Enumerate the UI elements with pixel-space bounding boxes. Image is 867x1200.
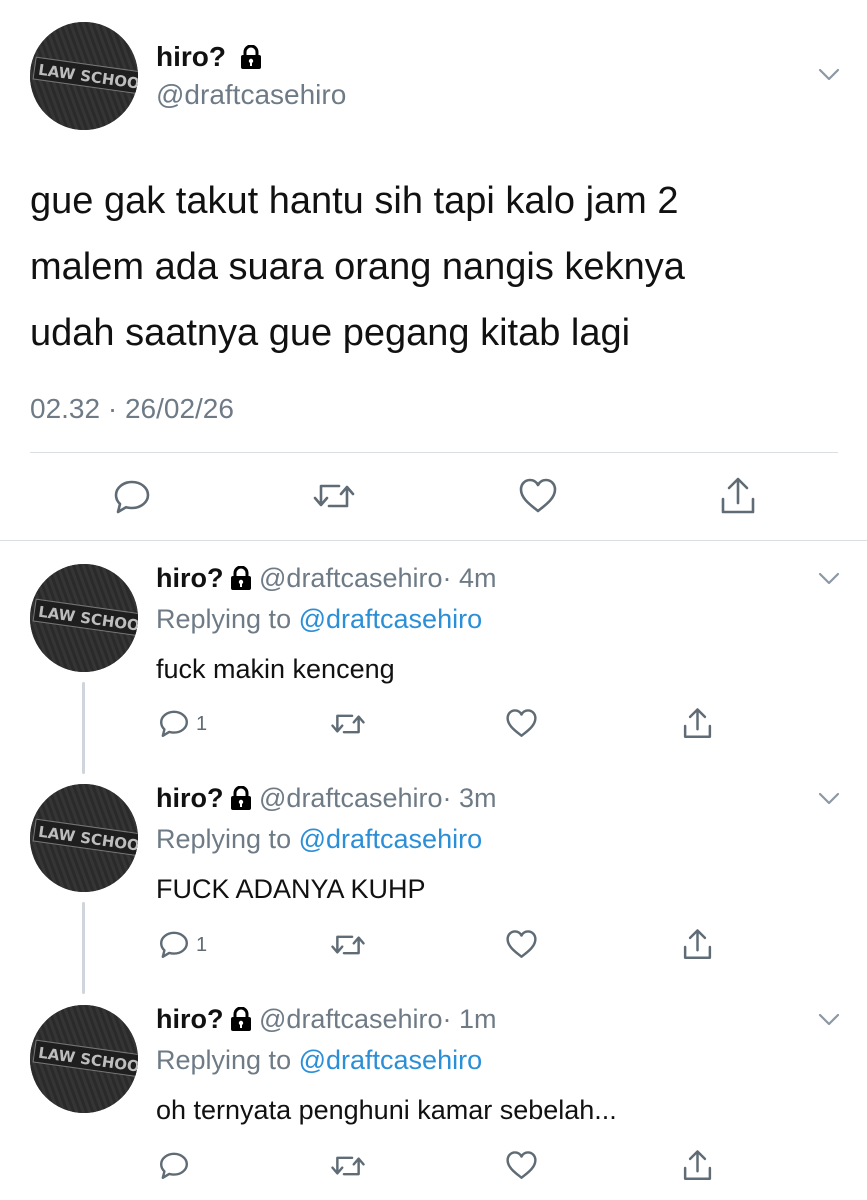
- reply-icon[interactable]: [112, 476, 152, 516]
- tweet-text-line: udah saatnya gue pegang kitab lagi: [30, 312, 631, 354]
- retweet-icon[interactable]: [330, 709, 366, 739]
- thread-line: [82, 682, 85, 774]
- reply-time[interactable]: · 4m: [443, 563, 497, 593]
- divider: [0, 540, 867, 541]
- reply-header: hiro? @draftcasehiro· 4m: [156, 562, 497, 597]
- reply-text: oh ternyata penghuni kamar sebelah...: [156, 1095, 617, 1125]
- reply-icon[interactable]: [158, 1149, 190, 1181]
- lock-icon: [230, 1006, 252, 1038]
- avatar[interactable]: LAW SCHOOL: [30, 1005, 138, 1113]
- avatar[interactable]: LAW SCHOOL: [30, 784, 138, 892]
- reply-time[interactable]: · 1m: [443, 1004, 497, 1034]
- avatar[interactable]: LAW SCHOOL: [30, 22, 138, 130]
- divider: [30, 452, 838, 453]
- author-handle[interactable]: @draftcasehiro: [259, 783, 443, 813]
- share-icon[interactable]: [681, 1148, 714, 1183]
- chevron-down-icon[interactable]: [818, 68, 840, 82]
- replying-to: Replying to @draftcasehiro: [156, 824, 483, 854]
- like-icon[interactable]: [518, 477, 558, 515]
- share-icon[interactable]: [718, 475, 758, 517]
- chevron-down-icon[interactable]: [818, 572, 840, 586]
- author-handle[interactable]: @draftcasehiro: [156, 78, 346, 112]
- lock-icon: [230, 565, 252, 597]
- author-handle[interactable]: @draftcasehiro: [259, 1004, 443, 1034]
- replying-to-link[interactable]: @draftcasehiro: [299, 824, 483, 854]
- retweet-icon[interactable]: [330, 1151, 366, 1181]
- lock-icon: [240, 43, 262, 77]
- tweet-text-line: gue gak takut hantu sih tapi kalo jam 2: [30, 180, 679, 222]
- share-icon[interactable]: [681, 927, 714, 962]
- avatar[interactable]: LAW SCHOOL: [30, 564, 138, 672]
- like-icon[interactable]: [505, 708, 538, 739]
- replying-to: Replying to @draftcasehiro: [156, 604, 483, 634]
- tweet-timestamp[interactable]: 02.32 · 26/02/26: [30, 392, 234, 426]
- like-icon[interactable]: [505, 1150, 538, 1181]
- chevron-down-icon[interactable]: [818, 792, 840, 806]
- retweet-icon[interactable]: [312, 478, 356, 514]
- replying-to-link[interactable]: @draftcasehiro: [299, 1045, 483, 1075]
- reply-count: 1: [196, 713, 208, 735]
- reply-icon[interactable]: [158, 707, 190, 739]
- lock-icon: [230, 785, 252, 817]
- author-name[interactable]: hiro?: [156, 40, 262, 77]
- thread-line: [82, 902, 85, 994]
- reply-text: FUCK ADANYA KUHP: [156, 874, 426, 904]
- reply-header: hiro? @draftcasehiro· 1m: [156, 1003, 497, 1038]
- author-name[interactable]: hiro?: [156, 783, 224, 813]
- retweet-icon[interactable]: [330, 930, 366, 960]
- reply-text: fuck makin kenceng: [156, 654, 395, 684]
- reply-icon[interactable]: [158, 928, 190, 960]
- reply-header: hiro? @draftcasehiro· 3m: [156, 782, 497, 817]
- author-name[interactable]: hiro?: [156, 1004, 224, 1034]
- replying-to-link[interactable]: @draftcasehiro: [299, 604, 483, 634]
- author-name[interactable]: hiro?: [156, 563, 224, 593]
- tweet-text-line: malem ada suara orang nangis keknya: [30, 246, 685, 288]
- reply-time[interactable]: · 3m: [443, 783, 497, 813]
- chevron-down-icon[interactable]: [818, 1013, 840, 1027]
- replying-to: Replying to @draftcasehiro: [156, 1045, 483, 1075]
- like-icon[interactable]: [505, 929, 538, 960]
- author-handle[interactable]: @draftcasehiro: [259, 563, 443, 593]
- tweet-text: gue gak takut hantu sih tapi kalo jam 2 …: [30, 168, 685, 366]
- share-icon[interactable]: [681, 706, 714, 741]
- reply-count: 1: [196, 934, 208, 956]
